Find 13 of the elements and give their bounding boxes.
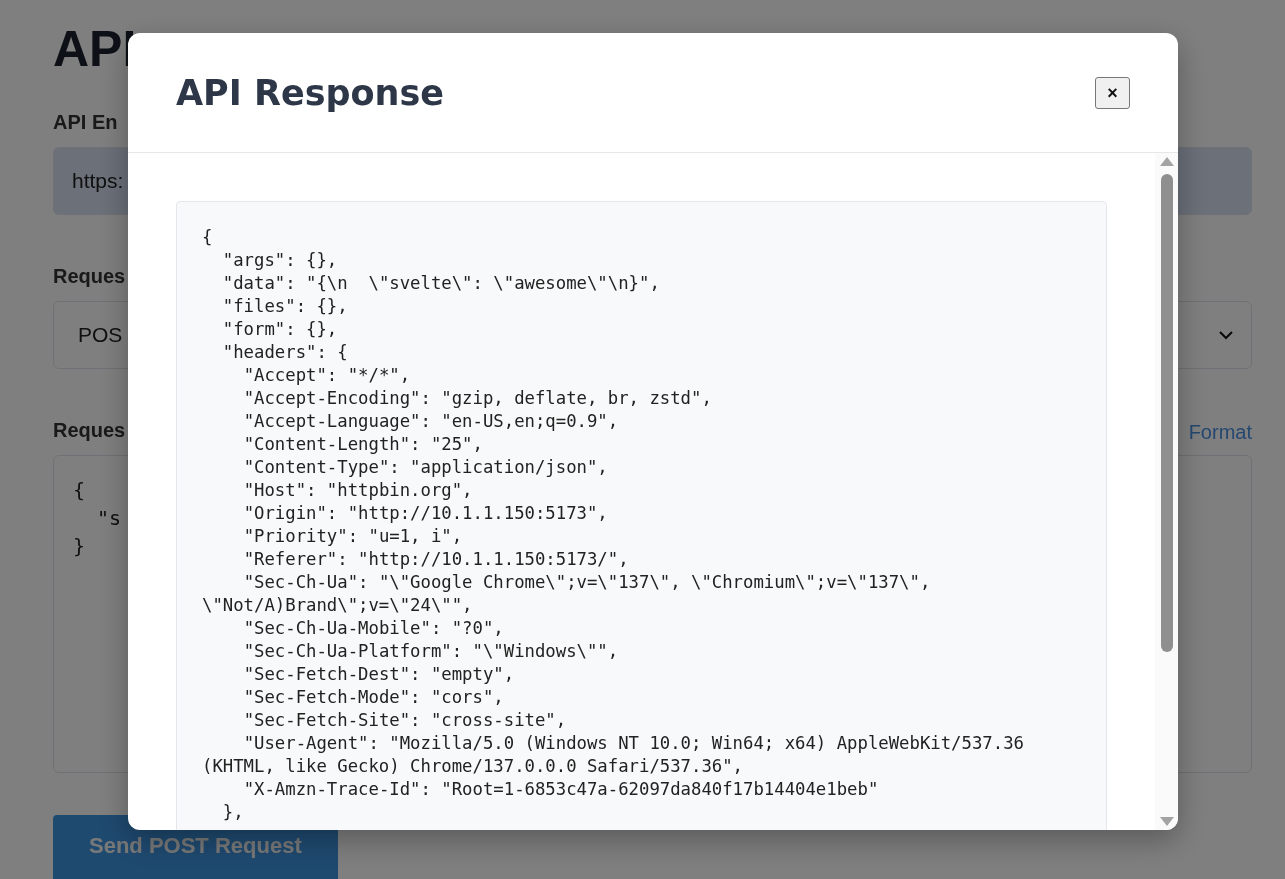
scrollbar[interactable] [1155, 153, 1178, 830]
dialog-title: API Response [176, 71, 445, 114]
field-label: API En [53, 110, 118, 135]
scroll-up-icon[interactable] [1159, 157, 1174, 166]
field-label: Reques [53, 418, 126, 443]
response-code: { "args": {}, "data": "{\n \"svelte\": \"awesome\"\n}", "files": {}, "form": {}, "headers": { "Accept": "*/*", "Accept-Encoding": "gzip, deflate, br, zstd", "Accept-Language": "en-US,en;q=0.9", "Content-Length": "25", "Content-Type": "application/json", "Host": "httpbin.org", "Origin": "http://10.1.1.150:5173", "Priority": "u=1, i", "Referer": "http://10.1.1.150:5173/", "Sec-Ch-Ua": "\"Google Chrome\";v=\"137\", \"Chromium\";v=\"137\", \"Not/A)Brand\";v=\"24\"", "Sec-Ch-Ua-Mobile": "?0", "Sec-Ch-Ua-Platform": "\"Windows\"", "Sec-Fetch-Dest": "empty", "Sec-Fetch-Mode": "cors", "Sec-Fetch-Site": "cross-site", "User-Agent": "Mozilla/5.0 (Windows NT 10.0; Win64; x64) AppleWebKit/537.36 (KHTML, like Gecko) Chrome/137.0.0.0 Safari/537.36", "X-Amzn-Trace-Id": "Root=1-6853c47a-62097da840f17b14404e1beb" }, [176, 201, 1107, 830]
scroll-down-icon[interactable] [1159, 817, 1174, 826]
chevron-down-icon [1219, 330, 1233, 340]
field-label: Reques [53, 264, 126, 289]
select-value: POS [78, 322, 123, 349]
scrollbar-thumb[interactable] [1160, 174, 1173, 652]
format-link[interactable]: Format [1188, 417, 1252, 447]
close-button[interactable]: × [1095, 76, 1130, 109]
